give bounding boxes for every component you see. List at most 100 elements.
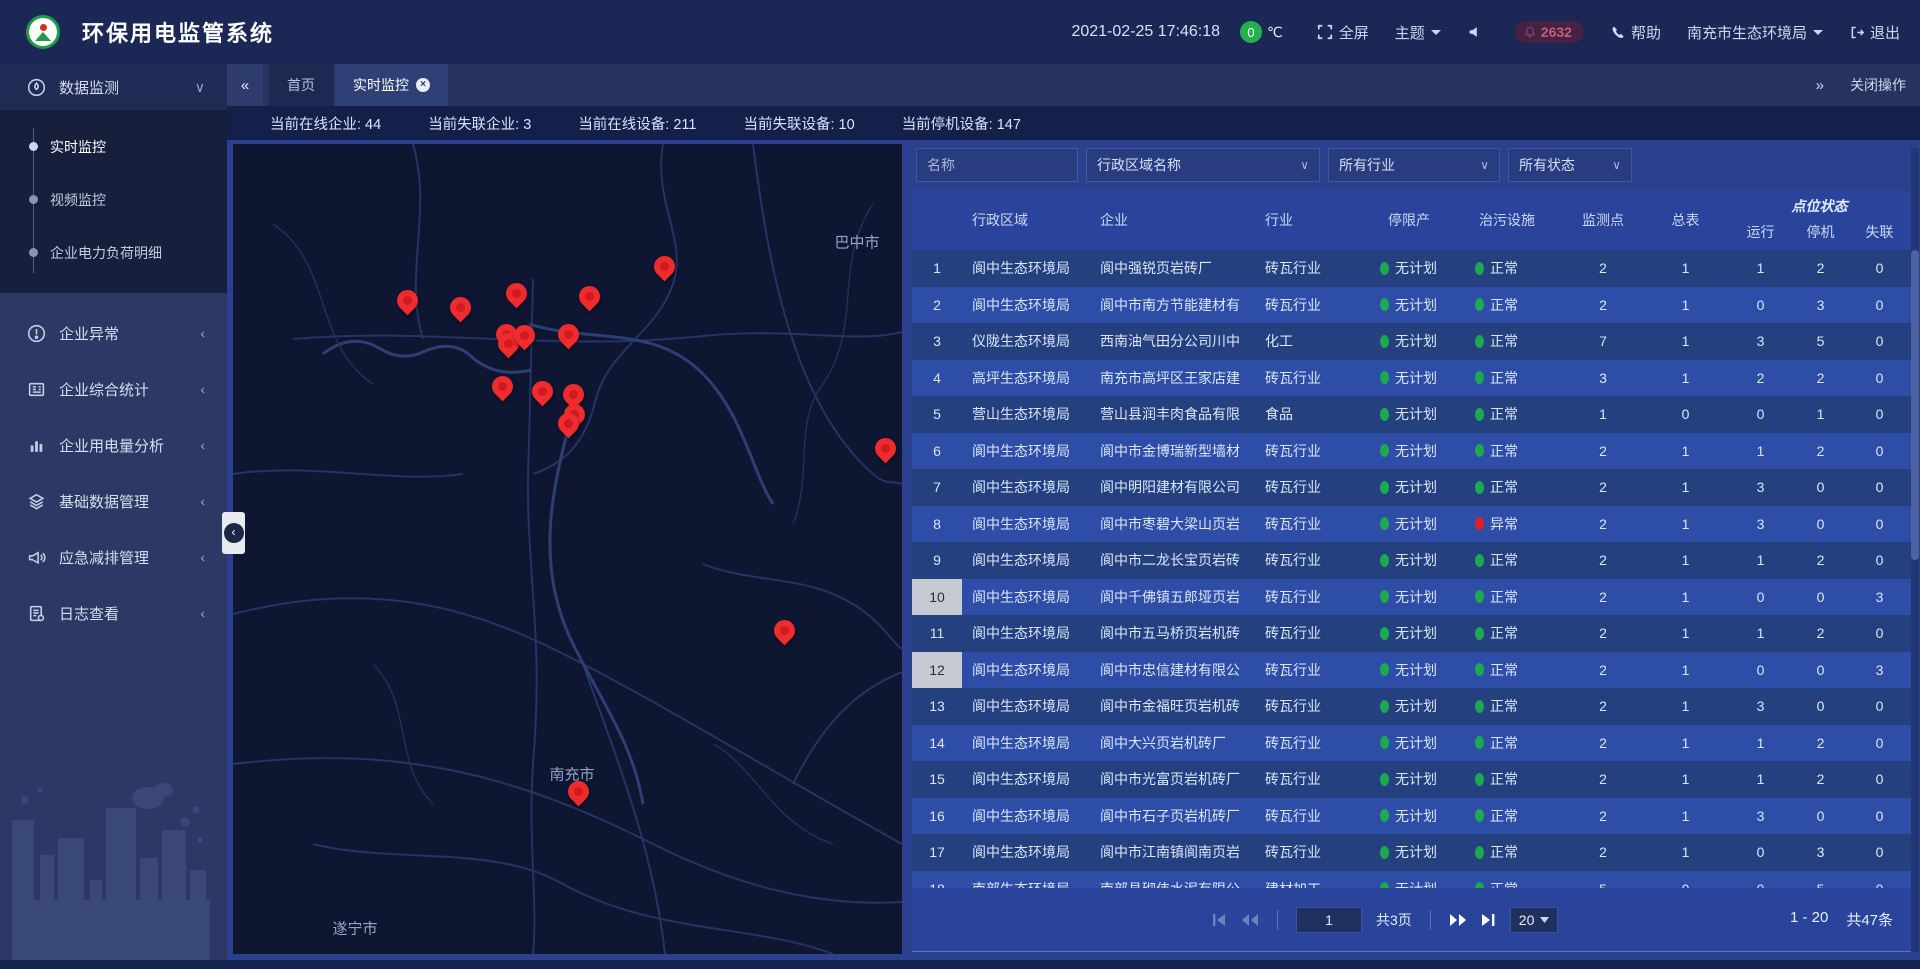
lost-count-cell: 0 bbox=[1848, 260, 1911, 276]
status-dot-icon bbox=[1380, 773, 1389, 786]
total-pages-label: 共3页 bbox=[1376, 910, 1412, 930]
table-row[interactable]: 8阆中生态环境局阆中市枣碧大梁山页岩砖瓦行业无计划异常21300 bbox=[912, 506, 1911, 543]
page-number-input[interactable]: 1 bbox=[1296, 907, 1362, 933]
limit-status-cell: 无计划 bbox=[1368, 258, 1463, 278]
notifications-button[interactable]: 2632 bbox=[1515, 21, 1584, 43]
stats-bar: 当前在线企业: 44当前失联企业: 3当前在线设备: 211当前失联设备: 10… bbox=[227, 106, 1920, 140]
facility-status-label: 正常 bbox=[1490, 587, 1518, 607]
table-row[interactable]: 14阆中生态环境局阆中大兴页岩机砖厂砖瓦行业无计划正常21120 bbox=[912, 725, 1911, 762]
map-panel[interactable]: 巴中市南充市遂宁市 bbox=[233, 144, 902, 954]
org-dropdown[interactable]: 南充市生态环境局 bbox=[1687, 22, 1823, 43]
region-cell: 仪陇生态环境局 bbox=[962, 331, 1090, 351]
app-logo-icon bbox=[26, 15, 60, 49]
tab-close-icon[interactable]: × bbox=[416, 78, 430, 92]
table-row[interactable]: 15阆中生态环境局阆中市光富页岩机砖厂砖瓦行业无计划正常21120 bbox=[912, 761, 1911, 798]
mute-button[interactable] bbox=[1467, 24, 1489, 40]
region-select[interactable]: 行政区域名称∨ bbox=[1086, 148, 1320, 182]
industry-cell: 砖瓦行业 bbox=[1255, 295, 1368, 315]
sidebar-item-6[interactable]: 日志查看‹ bbox=[0, 585, 227, 641]
sidebar-item-label: 数据监测 bbox=[59, 77, 119, 98]
industry-select[interactable]: 所有行业∨ bbox=[1328, 148, 1500, 182]
tab-home[interactable]: 首页 bbox=[269, 64, 333, 106]
points-cell: 2 bbox=[1563, 625, 1643, 641]
facility-status-label: 异常 bbox=[1490, 514, 1518, 534]
table-row[interactable]: 1阆中生态环境局阆中强锐页岩砖厂砖瓦行业无计划正常21120 bbox=[912, 250, 1911, 287]
col-facility: 治污设施 bbox=[1463, 190, 1563, 250]
company-cell: 南充市高坪区王家店建 bbox=[1090, 368, 1255, 388]
facility-status-label: 正常 bbox=[1490, 368, 1518, 388]
scrollbar-thumb[interactable] bbox=[1911, 250, 1919, 560]
alert-icon bbox=[27, 323, 47, 343]
stop-count-cell: 2 bbox=[1793, 771, 1848, 787]
run-count-cell: 3 bbox=[1728, 333, 1793, 349]
table-row[interactable]: 2阆中生态环境局阆中市南方节能建材有砖瓦行业无计划正常21030 bbox=[912, 287, 1911, 324]
monitor-icon bbox=[27, 77, 47, 97]
sidebar-item-label: 应急减排管理 bbox=[59, 547, 149, 568]
divider bbox=[1277, 910, 1278, 930]
next-page-button[interactable] bbox=[1449, 913, 1467, 927]
table-row[interactable]: 12阆中生态环境局阆中市忠信建材有限公砖瓦行业无计划正常21003 bbox=[912, 652, 1911, 689]
sidebar-subitem-0[interactable]: 实时监控 bbox=[0, 120, 227, 173]
table-row[interactable]: 9阆中生态环境局阆中市二龙长宝页岩砖砖瓦行业无计划正常21120 bbox=[912, 542, 1911, 579]
company-cell: 阆中市忠信建材有限公 bbox=[1090, 660, 1255, 680]
name-search-input[interactable]: 名称 bbox=[916, 148, 1078, 182]
sidebar-item-3[interactable]: 企业用电量分析‹ bbox=[0, 417, 227, 473]
tab-realtime-monitor[interactable]: 实时监控 × bbox=[335, 64, 448, 106]
status-dot-icon bbox=[1475, 298, 1484, 311]
sidebar-item-4[interactable]: 基础数据管理‹ bbox=[0, 473, 227, 529]
table-row[interactable]: 3仪陇生态环境局西南油气田分公司川中化工无计划正常71350 bbox=[912, 323, 1911, 360]
table-row[interactable]: 13阆中生态环境局阆中市金福旺页岩机砖砖瓦行业无计划正常21300 bbox=[912, 688, 1911, 725]
stop-count-cell: 2 bbox=[1793, 260, 1848, 276]
facility-status-label: 正常 bbox=[1490, 696, 1518, 716]
meter-cell: 0 bbox=[1643, 881, 1728, 888]
sidebar-item-2[interactable]: 企业综合统计‹ bbox=[0, 361, 227, 417]
tabs-scroll-right-button[interactable]: » bbox=[1816, 77, 1824, 94]
help-button[interactable]: 帮助 bbox=[1610, 22, 1661, 43]
industry-cell: 化工 bbox=[1255, 331, 1368, 351]
region-cell: 阆中生态环境局 bbox=[962, 258, 1090, 278]
table-row[interactable]: 16阆中生态环境局阆中市石子页岩机砖厂砖瓦行业无计划正常21300 bbox=[912, 798, 1911, 835]
sidebar-item-0[interactable]: 数据监测∨ bbox=[0, 64, 227, 110]
logout-button[interactable]: 退出 bbox=[1849, 22, 1900, 43]
table-row[interactable]: 6阆中生态环境局阆中市金博瑞新型墙材砖瓦行业无计划正常21120 bbox=[912, 433, 1911, 470]
chevron-down-icon bbox=[1431, 30, 1441, 35]
fullscreen-button[interactable]: 全屏 bbox=[1317, 22, 1369, 43]
sidebar-subitem-1[interactable]: 视频监控 bbox=[0, 173, 227, 226]
table-scrollbar[interactable] bbox=[1911, 148, 1919, 952]
company-cell: 阆中强锐页岩砖厂 bbox=[1090, 258, 1255, 278]
page-size-select[interactable]: 20 bbox=[1510, 907, 1559, 933]
lost-count-cell: 0 bbox=[1848, 479, 1911, 495]
points-cell: 2 bbox=[1563, 297, 1643, 313]
run-count-cell: 0 bbox=[1728, 406, 1793, 422]
table-row[interactable]: 7阆中生态环境局阆中明阳建材有限公司砖瓦行业无计划正常21300 bbox=[912, 469, 1911, 506]
last-page-button[interactable] bbox=[1481, 913, 1496, 927]
tabs-scroll-left-button[interactable]: « bbox=[227, 64, 263, 106]
row-number-cell: 6 bbox=[912, 433, 962, 470]
sidebar-subitem-2[interactable]: 企业电力负荷明细 bbox=[0, 226, 227, 279]
close-operations-button[interactable]: 关闭操作 bbox=[1850, 75, 1906, 95]
meter-cell: 1 bbox=[1643, 771, 1728, 787]
sidebar-item-1[interactable]: 企业异常‹ bbox=[0, 305, 227, 361]
facility-status-cell: 正常 bbox=[1463, 550, 1563, 570]
status-select[interactable]: 所有状态∨ bbox=[1508, 148, 1632, 182]
theme-dropdown[interactable]: 主题 bbox=[1395, 22, 1441, 43]
status-dot-icon bbox=[1475, 590, 1484, 603]
table-row[interactable]: 4高坪生态环境局南充市高坪区王家店建砖瓦行业无计划正常31220 bbox=[912, 360, 1911, 397]
panel-collapse-button[interactable]: ‹ bbox=[222, 512, 245, 554]
status-dot-icon bbox=[1475, 408, 1484, 421]
table-row[interactable]: 11阆中生态环境局阆中市五马桥页岩机砖砖瓦行业无计划正常21120 bbox=[912, 615, 1911, 652]
pagination-bar: 1 共3页 20 1 - 20 共47条 bbox=[912, 888, 1911, 952]
table-row[interactable]: 18南部生态环境局南部县砌伟水泥有限公建材加工无计划正常50050 bbox=[912, 871, 1911, 889]
limit-status-cell: 无计划 bbox=[1368, 733, 1463, 753]
stop-count-cell: 1 bbox=[1793, 406, 1848, 422]
points-cell: 7 bbox=[1563, 333, 1643, 349]
limit-status-cell: 无计划 bbox=[1368, 587, 1463, 607]
sidebar-item-5[interactable]: 应急减排管理‹ bbox=[0, 529, 227, 585]
table-row[interactable]: 5营山生态环境局营山县润丰肉食品有限食品无计划正常10010 bbox=[912, 396, 1911, 433]
first-page-button[interactable] bbox=[1212, 913, 1227, 927]
table-row[interactable]: 17阆中生态环境局阆中市江南镇阆南页岩砖瓦行业无计划正常21030 bbox=[912, 834, 1911, 871]
status-dot-icon bbox=[1380, 371, 1389, 384]
prev-page-button[interactable] bbox=[1241, 913, 1259, 927]
status-dot-icon bbox=[1380, 590, 1389, 603]
table-row[interactable]: 10阆中生态环境局阆中千佛镇五郎垭页岩砖瓦行业无计划正常21003 bbox=[912, 579, 1911, 616]
